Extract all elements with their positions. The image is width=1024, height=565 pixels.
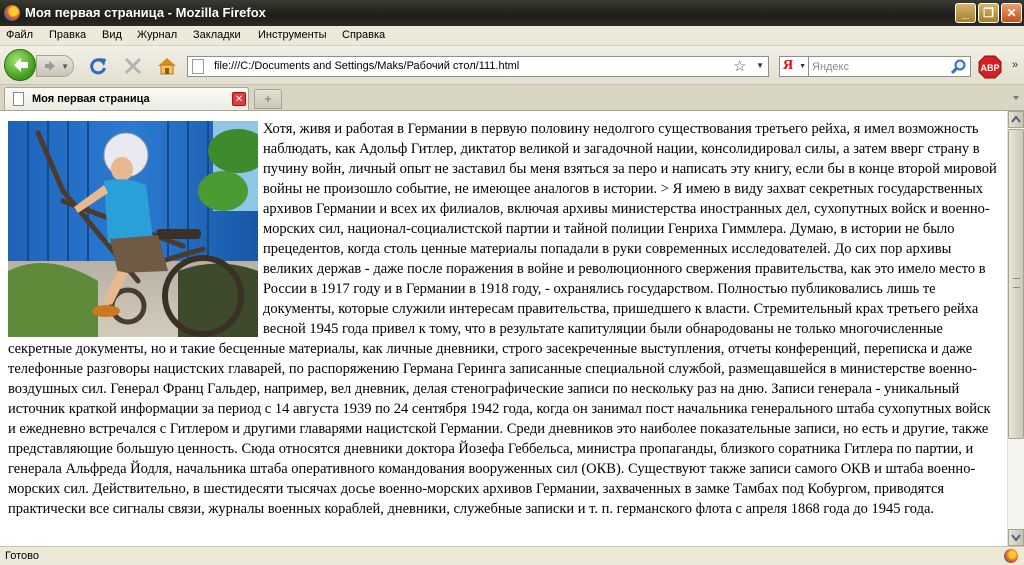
search-icon[interactable] (951, 59, 967, 75)
navigation-toolbar: ▼ file:///C:/Documents and Settings/Maks… (0, 46, 1024, 85)
svg-text:ABP: ABP (980, 63, 999, 73)
yandex-logo: Я (783, 58, 794, 73)
search-engine-dropdown-icon: ▼ (799, 63, 806, 70)
scroll-thumb[interactable] (1008, 129, 1024, 439)
scroll-up-button[interactable] (1008, 111, 1024, 128)
adblock-plus-icon[interactable]: ABP (978, 55, 1002, 79)
menu-bookmarks[interactable]: Закладки (193, 29, 241, 41)
status-bar: Готово (0, 546, 1024, 565)
home-icon[interactable] (157, 56, 177, 76)
reload-icon[interactable] (88, 56, 108, 76)
search-engine-selector[interactable]: Я ▼ (779, 56, 809, 77)
new-tab-button[interactable]: + (254, 89, 282, 109)
scroll-grip-icon (1013, 278, 1020, 288)
close-window-button[interactable]: ✕ (1001, 3, 1022, 23)
page-content: Хотя, живя и работая в Германии в первую… (0, 111, 1007, 546)
minimize-button[interactable]: _ (955, 3, 976, 23)
chevron-up-icon (1011, 115, 1021, 123)
menu-history[interactable]: Журнал (137, 29, 177, 41)
title-bar: Моя первая страница - Mozilla Firefox _ … (0, 0, 1024, 26)
window-title: Моя первая страница - Mozilla Firefox (25, 5, 266, 20)
address-bar[interactable]: file:///C:/Documents and Settings/Maks/Р… (187, 56, 769, 77)
chevron-down-icon (1011, 534, 1021, 542)
toolbar-overflow-icon[interactable]: » (1012, 59, 1018, 71)
tab-page-icon (13, 92, 24, 106)
menu-view[interactable]: Вид (102, 29, 122, 41)
history-dropdown-icon[interactable]: ▼ (61, 62, 69, 71)
page-icon (192, 59, 204, 74)
search-input[interactable] (812, 59, 944, 74)
restore-button[interactable]: ❐ (978, 3, 999, 23)
menu-file[interactable]: Файл (6, 29, 33, 41)
forward-arrow-icon (45, 61, 55, 71)
back-button[interactable] (4, 49, 36, 81)
status-text: Готово (5, 550, 39, 562)
firefox-status-icon (1004, 549, 1018, 563)
url-text[interactable]: file:///C:/Documents and Settings/Maks/Р… (214, 60, 519, 72)
tab-bar: Моя первая страница ✕ + (0, 85, 1024, 111)
search-field[interactable] (809, 56, 971, 77)
back-arrow-icon (14, 58, 28, 72)
vertical-scrollbar[interactable] (1007, 111, 1024, 546)
tab-label: Моя первая страница (32, 93, 150, 105)
photo-boy-on-bike (8, 121, 258, 337)
tab-list-icon[interactable] (1008, 86, 1024, 108)
bookmark-star-icon[interactable]: ☆ (733, 57, 746, 75)
menu-bar: Файл Правка Вид Журнал Закладки Инструме… (0, 26, 1024, 46)
tab-active[interactable]: Моя первая страница ✕ (4, 87, 249, 110)
article: Хотя, живя и работая в Германии в первую… (8, 119, 1000, 519)
firefox-icon (4, 5, 20, 21)
tab-close-icon[interactable]: ✕ (232, 92, 246, 106)
forward-button[interactable]: ▼ (36, 55, 74, 77)
url-dropdown-icon[interactable]: ▼ (756, 61, 764, 70)
menu-edit[interactable]: Правка (49, 29, 86, 41)
stop-icon[interactable] (123, 56, 143, 76)
menu-tools[interactable]: Инструменты (258, 29, 327, 41)
scroll-down-button[interactable] (1008, 529, 1024, 546)
menu-help[interactable]: Справка (342, 29, 385, 41)
